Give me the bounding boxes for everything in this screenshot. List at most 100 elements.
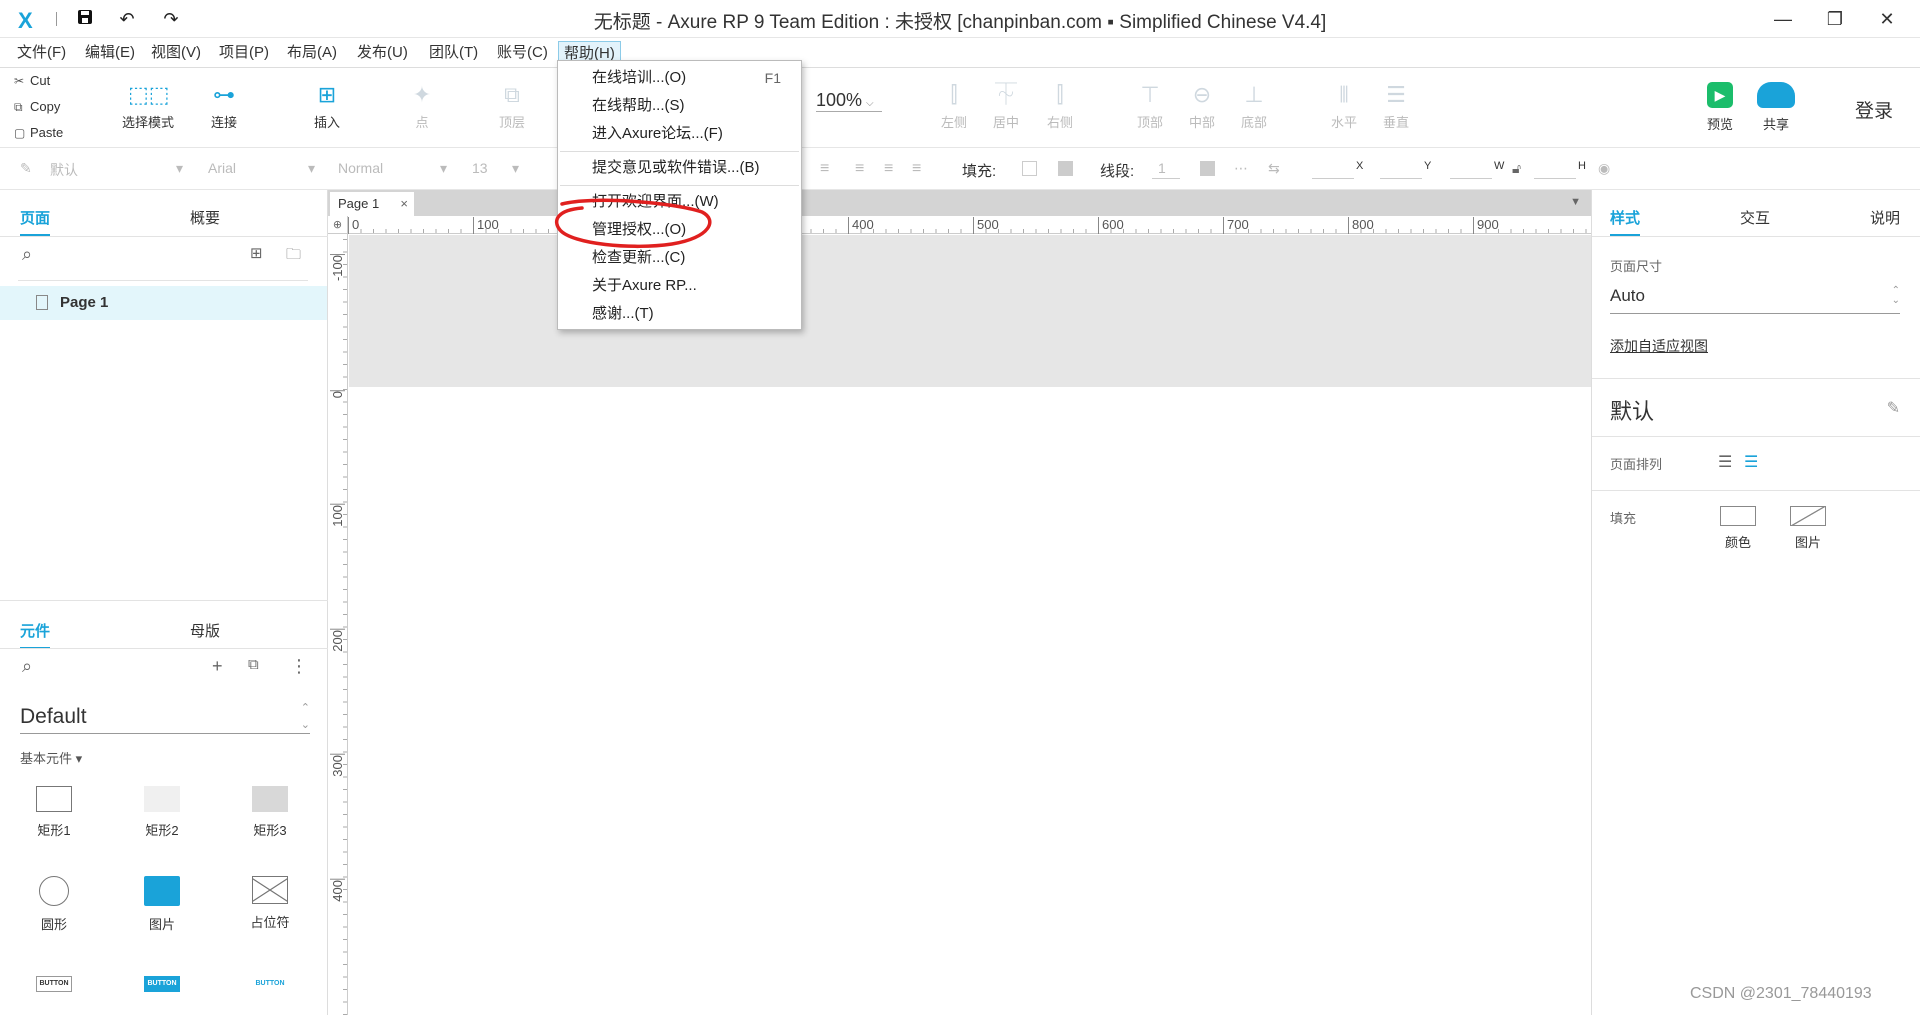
widget-rect1[interactable]: 矩形1 (14, 786, 94, 839)
align-left-page-icon[interactable]: ☰ (1718, 452, 1732, 472)
fill-image-button[interactable]: 图片 (1786, 506, 1830, 551)
folder-icon[interactable]: 🗀 (286, 244, 301, 269)
library-select[interactable]: Default ⌃ ⌄ (20, 700, 310, 734)
login-button[interactable]: 登录 (1855, 96, 1893, 123)
align-right-button[interactable]: ⫿ 右侧 (1040, 78, 1080, 131)
tab-list-chevron-icon[interactable]: ▼ (1570, 196, 1581, 208)
visibility-icon[interactable]: ◉ (1598, 160, 1610, 177)
lock-icon[interactable]: 🔓︎ (1512, 160, 1521, 177)
add-page-icon[interactable]: ⊞ (250, 244, 263, 262)
menu-online-training[interactable]: 在线培训...(O) (592, 66, 686, 90)
menu-forum[interactable]: 进入Axure论坛...(F) (592, 122, 723, 146)
align-middle-icon: ⊖ (1192, 82, 1212, 107)
menu-view[interactable]: 视图(V) (146, 41, 206, 65)
tab-interactions[interactable]: 交互 (1740, 207, 1770, 228)
doc-tab-page1[interactable]: Page 1 × (330, 192, 414, 216)
restore-button[interactable]: ❐ (1812, 4, 1858, 34)
close-tab-icon[interactable]: × (400, 192, 408, 216)
distribute-vertical-button[interactable]: ☰ 垂直 (1376, 78, 1416, 131)
page-list-item[interactable]: Page 1 (0, 286, 327, 320)
text-align-right-icon[interactable]: ≡ (855, 160, 864, 178)
text-valign-bottom-icon[interactable]: ≡ (912, 160, 921, 178)
window-title: 无标题 - Axure RP 9 Team Edition : 未授权 [cha… (593, 12, 1327, 33)
top-layer-button[interactable]: ⧉ 顶层 (492, 78, 532, 131)
line-style-icon[interactable]: ⋯ (1234, 160, 1248, 177)
y-input[interactable] (1380, 178, 1422, 179)
tab-widgets[interactable]: 元件 (20, 620, 51, 649)
font-select[interactable]: Arial (208, 160, 236, 176)
widget-button[interactable]: BUTTON (14, 976, 94, 1000)
h-label: H (1578, 160, 1586, 172)
insert-button[interactable]: ⊞ 插入 (302, 78, 352, 131)
tab-notes[interactable]: 说明 (1870, 207, 1900, 228)
align-bottom-button[interactable]: ⊥ 底部 (1234, 78, 1274, 131)
shadow-swatch[interactable] (1058, 161, 1073, 176)
h-input[interactable] (1534, 178, 1576, 179)
widget-search-icon[interactable]: ⌕ (22, 656, 32, 677)
search-icon[interactable]: ⌕ (22, 244, 32, 265)
menu-edit[interactable]: 编辑(E) (80, 41, 140, 65)
align-center-button[interactable]: ⏇ 居中 (986, 78, 1026, 131)
menu-project[interactable]: 项目(P) (214, 41, 274, 65)
menu-separator (560, 185, 799, 186)
menu-about[interactable]: 关于Axure RP... (592, 274, 697, 298)
library-menu-icon[interactable]: ⧉ (248, 656, 259, 673)
text-valign-icon[interactable]: ≡ (884, 160, 893, 178)
fill-color-button[interactable]: 颜色 (1716, 506, 1760, 551)
menu-submit-feedback[interactable]: 提交意见或软件错误...(B) (592, 156, 760, 180)
widget-link-button[interactable]: BUTTON (230, 976, 310, 1000)
watermark: CSDN @2301_78440193 (1690, 985, 1872, 1002)
style-select[interactable]: 默认 (50, 160, 78, 180)
add-adaptive-view-link[interactable]: 添加自适应视图 (1610, 336, 1708, 356)
menu-thanks[interactable]: 感谢...(T) (592, 302, 654, 326)
menu-account[interactable]: 账号(C) (492, 41, 553, 65)
edit-style-icon[interactable]: ✎ (1887, 398, 1900, 418)
widget-placeholder[interactable]: 占位符 (230, 876, 310, 931)
widget-image[interactable]: 图片 (122, 876, 202, 933)
align-left-button[interactable]: ⫿ 左侧 (934, 78, 974, 131)
select-mode-button[interactable]: ⬚⬚ 选择模式 (106, 78, 190, 131)
category-label[interactable]: 基本元件 ▾ (20, 748, 82, 767)
add-library-icon[interactable]: + (212, 656, 223, 677)
minimize-button[interactable]: — (1760, 4, 1806, 34)
x-input[interactable] (1312, 178, 1354, 179)
align-top-button[interactable]: ⊤ 顶部 (1130, 78, 1170, 131)
tab-pages[interactable]: 页面 (20, 207, 51, 236)
zoom-select[interactable]: 100% ⌵ (816, 90, 882, 112)
connect-button[interactable]: ⊶ 连接 (204, 78, 244, 131)
widget-rect3[interactable]: 矩形3 (230, 786, 310, 839)
copy-button[interactable]: ⧉ Copy (14, 97, 60, 117)
line-width-input[interactable]: 1 (1158, 160, 1166, 176)
paste-button[interactable]: ▢ Paste (14, 123, 63, 143)
menu-layout[interactable]: 布局(A) (282, 41, 342, 65)
tab-outline[interactable]: 概要 (190, 207, 220, 228)
text-align-icon[interactable]: ≡ (820, 160, 829, 178)
page-size-select[interactable]: Auto ⌃ ⌄ (1610, 286, 1900, 314)
share-button[interactable]: 共享 (1752, 78, 1800, 133)
widget-rect2[interactable]: 矩形2 (122, 786, 202, 839)
canvas-area[interactable]: Page 1 × ▼ ⊕ 0 100 200 300 400 500 600 70… (328, 190, 1591, 1015)
font-size-select[interactable]: 13 (472, 160, 488, 176)
align-middle-button[interactable]: ⊖ 中部 (1182, 78, 1222, 131)
tab-masters[interactable]: 母版 (190, 620, 220, 641)
ruler-origin-icon[interactable]: ⊕ (328, 216, 348, 234)
distribute-horizontal-button[interactable]: ⫴ 水平 (1324, 78, 1364, 131)
line-color-swatch[interactable] (1200, 161, 1215, 176)
close-button[interactable]: ✕ (1864, 4, 1910, 34)
widget-primary-button[interactable]: BUTTON (122, 976, 202, 1000)
menu-online-help[interactable]: 在线帮助...(S) (592, 94, 685, 118)
align-center-page-icon[interactable]: ☰ (1744, 452, 1758, 472)
fill-color-swatch[interactable] (1022, 161, 1037, 176)
arrow-style-icon[interactable]: ⇆ (1268, 160, 1280, 177)
point-button[interactable]: ✦ 点 (402, 78, 442, 131)
weight-select[interactable]: Normal (338, 160, 383, 176)
w-input[interactable] (1450, 178, 1492, 179)
menu-team[interactable]: 团队(T) (424, 41, 483, 65)
preview-button[interactable]: ▶ 预览 (1700, 78, 1740, 133)
menu-publish[interactable]: 发布(U) (352, 41, 413, 65)
menu-file[interactable]: 文件(F) (12, 41, 71, 65)
widget-circle[interactable]: 圆形 (14, 876, 94, 933)
more-options-icon[interactable]: ⋮ (290, 656, 308, 677)
tab-style[interactable]: 样式 (1610, 207, 1641, 236)
cut-button[interactable]: ✂ Cut (14, 71, 50, 91)
